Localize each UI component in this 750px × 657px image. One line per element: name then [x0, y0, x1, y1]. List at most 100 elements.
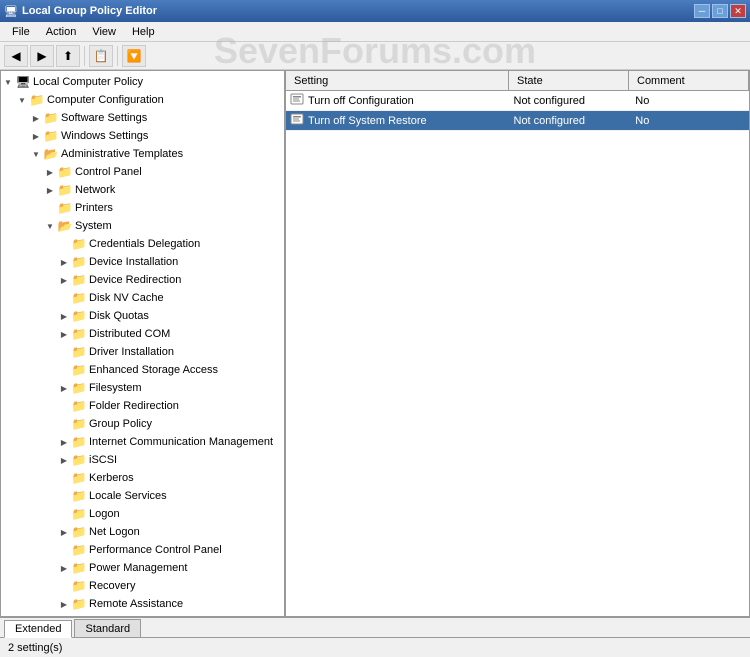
tree-item-filesystem[interactable]: ▶📁Filesystem [1, 379, 284, 397]
tree-item-remote-proc[interactable]: 📁Remote Procedure Call [1, 613, 284, 616]
tree-item-iscsi[interactable]: ▶📁iSCSI [1, 451, 284, 469]
tree-item-network[interactable]: ▶📁Network [1, 181, 284, 199]
column-headers: Setting State Comment [286, 71, 749, 91]
expand-btn[interactable]: ▶ [57, 255, 71, 269]
tree-item-disk-quotas[interactable]: ▶📁Disk Quotas [1, 307, 284, 325]
expand-btn[interactable]: ▶ [57, 561, 71, 575]
expand-btn[interactable]: ▶ [57, 453, 71, 467]
menu-view[interactable]: View [84, 24, 124, 40]
setting-icon-wrapper [290, 92, 304, 109]
tree-item-folder-redirect[interactable]: 📁Folder Redirection [1, 397, 284, 415]
tree-label: Administrative Templates [61, 148, 183, 160]
folder-icon: 📁 [71, 543, 87, 557]
tree-item-windows-settings[interactable]: ▶📁Windows Settings [1, 127, 284, 145]
tree-item-dist-com[interactable]: ▶📁Distributed COM [1, 325, 284, 343]
toolbar: ◀ ▶ ⬆ 📋 🔽 [0, 42, 750, 70]
expand-btn[interactable]: ▼ [43, 219, 57, 233]
tree-label: Credentials Delegation [89, 238, 200, 250]
row-state: Not configured [506, 113, 628, 129]
tree-item-disk-nv[interactable]: 📁Disk NV Cache [1, 289, 284, 307]
tree-item-logon[interactable]: 📁Logon [1, 505, 284, 523]
tree-item-control-panel[interactable]: ▶📁Control Panel [1, 163, 284, 181]
tree-item-perf-control[interactable]: 📁Performance Control Panel [1, 541, 284, 559]
tree-item-kerberos[interactable]: 📁Kerberos [1, 469, 284, 487]
col-setting-header[interactable]: Setting [286, 71, 509, 90]
expand-btn[interactable]: ▶ [57, 327, 71, 341]
tree-item-internet-comm[interactable]: ▶📁Internet Communication Management [1, 433, 284, 451]
tree-label: Local Computer Policy [33, 76, 143, 88]
tree-item-printers[interactable]: 📁Printers [1, 199, 284, 217]
tree-item-driver-install[interactable]: 📁Driver Installation [1, 343, 284, 361]
expand-btn[interactable]: ▶ [57, 435, 71, 449]
computer-icon: 🖥 [15, 75, 31, 89]
col-comment-header[interactable]: Comment [629, 71, 749, 90]
expand-btn[interactable]: ▶ [43, 183, 57, 197]
tree-item-enhanced-storage[interactable]: 📁Enhanced Storage Access [1, 361, 284, 379]
folder-icon: 📁 [71, 273, 87, 287]
tree-label: Control Panel [75, 166, 142, 178]
expand-btn[interactable]: ▶ [57, 381, 71, 395]
tab-standard[interactable]: Standard [74, 619, 141, 637]
expand-btn[interactable]: ▶ [43, 165, 57, 179]
tree-label: iSCSI [89, 454, 117, 466]
tree-item-software-settings[interactable]: ▶📁Software Settings [1, 109, 284, 127]
tree-item-locale-services[interactable]: 📁Locale Services [1, 487, 284, 505]
expand-btn[interactable]: ▶ [57, 309, 71, 323]
expand-btn[interactable]: ▶ [57, 525, 71, 539]
tree-item-remote-assist[interactable]: ▶📁Remote Assistance [1, 595, 284, 613]
menu-help[interactable]: Help [124, 24, 163, 40]
tree-label: Group Policy [89, 418, 152, 430]
folder-icon: 📁 [71, 255, 87, 269]
row-setting: Turn off System Restore [286, 110, 506, 131]
tree-item-admin-templates[interactable]: ▼📂Administrative Templates [1, 145, 284, 163]
show-hide-button[interactable]: 📋 [89, 45, 113, 67]
tree-item-power-mgmt[interactable]: ▶📁Power Management [1, 559, 284, 577]
tree-item-local-policy[interactable]: ▼🖥Local Computer Policy [1, 73, 284, 91]
tree-item-group-policy[interactable]: 📁Group Policy [1, 415, 284, 433]
menu-action[interactable]: Action [38, 24, 85, 40]
tree-item-device-redirect[interactable]: ▶📁Device Redirection [1, 271, 284, 289]
expand-btn[interactable]: ▶ [29, 129, 43, 143]
tree-label: Disk NV Cache [89, 292, 164, 304]
main-container: ▼🖥Local Computer Policy▼📁Computer Config… [0, 70, 750, 617]
tree-label: Computer Configuration [47, 94, 164, 106]
row-comment: No [627, 113, 749, 129]
folder-icon: 📁 [57, 165, 73, 179]
back-button[interactable]: ◀ [4, 45, 28, 67]
up-button[interactable]: ⬆ [56, 45, 80, 67]
expand-btn[interactable]: ▶ [29, 111, 43, 125]
expand-btn[interactable]: ▶ [57, 597, 71, 611]
tree-label: Power Management [89, 562, 187, 574]
table-row[interactable]: Turn off Configuration Not configured No [286, 91, 749, 111]
tree-item-credentials[interactable]: 📁Credentials Delegation [1, 235, 284, 253]
row-comment: No [627, 93, 749, 109]
expand-btn[interactable]: ▼ [15, 93, 29, 107]
tab-extended[interactable]: Extended [4, 620, 72, 638]
content-rows: Turn off Configuration Not configured No… [286, 91, 749, 616]
tree-item-system[interactable]: ▼📂System [1, 217, 284, 235]
tree-item-net-logon[interactable]: ▶📁Net Logon [1, 523, 284, 541]
close-button[interactable]: ✕ [730, 4, 746, 18]
folder-icon: 📁 [57, 201, 73, 215]
tree-label: Recovery [89, 580, 135, 592]
tree-label: Driver Installation [89, 346, 174, 358]
tree-item-recovery[interactable]: 📁Recovery [1, 577, 284, 595]
menu-bar: File Action View Help [0, 22, 750, 42]
minimize-button[interactable]: ─ [694, 4, 710, 18]
expand-btn[interactable]: ▼ [29, 147, 43, 161]
filter-button[interactable]: 🔽 [122, 45, 146, 67]
folder-open-icon: 📂 [43, 147, 59, 161]
expand-btn[interactable]: ▼ [1, 75, 15, 89]
menu-file[interactable]: File [4, 24, 38, 40]
tree-pane[interactable]: ▼🖥Local Computer Policy▼📁Computer Config… [1, 71, 286, 616]
tree-item-device-install[interactable]: ▶📁Device Installation [1, 253, 284, 271]
forward-button[interactable]: ▶ [30, 45, 54, 67]
folder-icon: 📁 [71, 615, 87, 616]
tree-item-computer-config[interactable]: ▼📁Computer Configuration [1, 91, 284, 109]
title-bar: 🖥 Local Group Policy Editor ─ □ ✕ [0, 0, 750, 22]
table-row[interactable]: ➔ Turn off System Restore Not configured… [286, 111, 749, 131]
col-state-header[interactable]: State [509, 71, 629, 90]
maximize-button[interactable]: □ [712, 4, 728, 18]
expand-btn[interactable]: ▶ [57, 273, 71, 287]
folder-icon: 📁 [29, 93, 45, 107]
